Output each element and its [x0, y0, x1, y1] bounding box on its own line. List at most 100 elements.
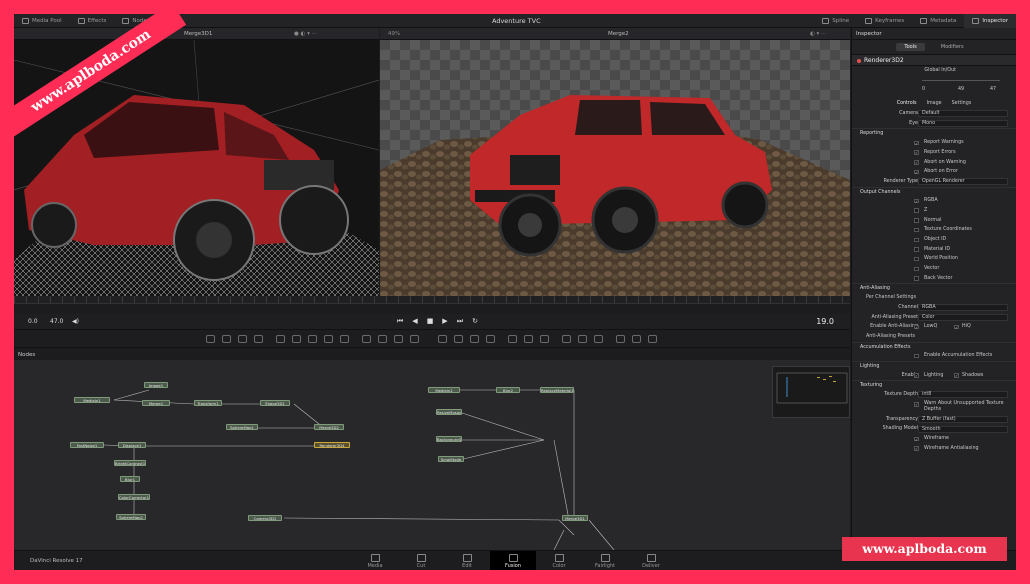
current-frame[interactable]: 47.0 — [50, 314, 63, 330]
aa-hiq-checkbox[interactable]: ✓ — [954, 324, 959, 330]
tracker-tool-icon[interactable] — [562, 335, 571, 343]
tab-tools[interactable]: Tools — [896, 43, 925, 51]
shape3d-tool-icon[interactable] — [438, 335, 447, 343]
channel-texcoord-checkbox[interactable] — [914, 227, 919, 233]
right-viewer[interactable] — [380, 40, 850, 296]
per-channel-settings[interactable]: Per Channel Settings — [852, 293, 1016, 303]
anti-aliasing-section[interactable]: Anti-Aliasing — [852, 283, 1016, 293]
eye-select[interactable]: Mono — [918, 120, 1008, 128]
node-brightcontrast1[interactable]: BrightContrast1 — [114, 460, 146, 466]
camera-select[interactable]: Default — [918, 110, 1008, 118]
ellipse-tool-icon[interactable] — [324, 335, 333, 343]
reporting-section[interactable]: Reporting — [852, 128, 1016, 138]
page-cut[interactable]: Cut — [398, 551, 444, 570]
polygon-tool-icon[interactable] — [276, 335, 285, 343]
merge-tool-icon[interactable] — [362, 335, 371, 343]
channel-backvector-checkbox[interactable] — [914, 276, 919, 281]
go-to-start-button[interactable]: ⏮ — [396, 317, 404, 325]
effects-button[interactable]: Effects — [70, 14, 115, 28]
keyframes-button[interactable]: Keyframes — [857, 14, 912, 28]
abort-error-checkbox[interactable]: ✓ — [914, 169, 919, 175]
lighting-section[interactable]: Lighting — [852, 360, 1016, 371]
page-edit[interactable]: Edit — [444, 551, 490, 570]
transform-tool-icon[interactable] — [378, 335, 387, 343]
play-reverse-button[interactable]: ◀ — [411, 317, 419, 325]
page-fairlight[interactable]: Fairlight — [582, 551, 628, 570]
node-spheremap2[interactable]: SphereMap2 — [116, 514, 146, 520]
right-viewer-options[interactable]: ◐ ▾ ⋯ — [810, 28, 827, 40]
bspline-tool-icon[interactable] — [292, 335, 301, 343]
wireframe-aa-checkbox[interactable]: ✓ — [914, 446, 919, 451]
texturing-section[interactable]: Texturing — [852, 380, 1016, 390]
zoom-level[interactable]: 49% — [388, 28, 400, 40]
camera3d-tool-icon[interactable] — [470, 335, 479, 343]
tool-name[interactable]: Renderer3D2 — [852, 54, 1016, 66]
page-media[interactable]: Media — [352, 551, 398, 570]
warn-depth-checkbox[interactable]: ✓ — [914, 402, 919, 407]
mask-tool-icon[interactable] — [594, 335, 603, 343]
channel-vector-checkbox[interactable] — [914, 266, 919, 272]
paint-tool-icon[interactable] — [222, 335, 231, 343]
channel-materialid-checkbox[interactable] — [914, 247, 919, 252]
node-blur2[interactable]: Blur2 — [496, 387, 520, 393]
loop-button[interactable]: ↻ — [471, 317, 479, 325]
node-smallnode[interactable]: SmallNode — [438, 456, 464, 462]
node-editor[interactable]: Image1 MediaIn1 Merge1 Transform1 Shape3… — [14, 360, 850, 550]
subtab-controls[interactable]: Controls — [897, 99, 917, 109]
node-transform1[interactable]: Transform1 — [194, 400, 222, 406]
aa-preset-select[interactable]: Color — [918, 313, 1008, 321]
global-range-slider[interactable] — [922, 79, 1000, 81]
channel-worldpos-checkbox[interactable] — [914, 256, 919, 262]
node-replacematerial1[interactable]: ReplaceMaterial1 — [540, 387, 574, 393]
crop-tool-icon[interactable] — [648, 335, 657, 343]
rectangle-tool-icon[interactable] — [308, 335, 317, 343]
left-viewer-options[interactable]: ● ◐ ▾ ⋯ — [294, 28, 317, 40]
start-frame[interactable]: 0.0 — [28, 314, 38, 330]
node-spheremap1[interactable]: SphereMap1 — [226, 424, 258, 430]
channel-z-checkbox[interactable] — [914, 208, 919, 213]
report-errors-checkbox[interactable]: ✓ — [914, 150, 919, 155]
node-minimap[interactable] — [772, 366, 850, 418]
node-colorcorrector1[interactable]: ColorCorrector1 — [118, 494, 150, 500]
wireframe-checkbox[interactable]: ✓ — [914, 436, 919, 442]
shading-select[interactable]: Smooth — [918, 425, 1008, 433]
resize-tool-icon[interactable] — [632, 335, 641, 343]
page-fusion[interactable]: Fusion — [490, 551, 536, 570]
global-in[interactable]: 0 — [922, 85, 925, 95]
node-image1[interactable]: Image1 — [144, 382, 168, 388]
texture-depth-select[interactable]: int8 — [918, 391, 1008, 399]
renderer3d-tool-icon[interactable] — [486, 335, 495, 343]
text3d-tool-icon[interactable] — [540, 335, 549, 343]
subtab-settings[interactable]: Settings — [952, 99, 972, 109]
accumulation-checkbox[interactable] — [914, 353, 919, 359]
node-blur1[interactable]: Blur1 — [120, 476, 140, 482]
lighting-checkbox[interactable]: ✓ — [914, 373, 919, 378]
global-current[interactable]: 49 — [958, 85, 964, 95]
node-merge1[interactable]: Merge1 — [142, 400, 170, 406]
play-button[interactable]: ▶ — [441, 317, 449, 325]
node-merge3d2[interactable]: Merge3D2 — [314, 424, 344, 430]
color-corrector-tool-icon[interactable] — [410, 335, 419, 343]
spline-button[interactable]: Spline — [814, 14, 857, 28]
media-pool-button[interactable]: Media Pool — [14, 14, 70, 28]
stop-button[interactable]: ■ — [426, 317, 434, 325]
node-fastnoise1[interactable]: FastNoise1 — [70, 442, 104, 448]
node-renderer3d4[interactable]: Renderer3D4 — [314, 442, 350, 448]
node-shape3d1[interactable]: Shape3D1 — [260, 400, 290, 406]
renderer-type-select[interactable]: OpenGL Renderer — [918, 178, 1008, 186]
node-displace1[interactable]: Displace1 — [118, 442, 146, 448]
time-ruler[interactable] — [14, 296, 850, 304]
page-color[interactable]: Color — [536, 551, 582, 570]
text-tool-icon[interactable] — [238, 335, 247, 343]
subtab-image[interactable]: Image — [927, 99, 942, 109]
accumulation-section[interactable]: Accumulation Effects — [852, 341, 1016, 352]
imageplane-tool-icon[interactable] — [524, 335, 533, 343]
light-tool-icon[interactable] — [508, 335, 517, 343]
report-warnings-checkbox[interactable]: ✓ — [914, 140, 919, 146]
metadata-button[interactable]: Metadata — [912, 14, 964, 28]
abort-warning-checkbox[interactable]: ✓ — [914, 160, 919, 165]
node-merge3d1[interactable]: Merge3D1 — [562, 515, 588, 521]
page-deliver[interactable]: Deliver — [628, 551, 674, 570]
tab-modifiers[interactable]: Modifiers — [933, 43, 972, 51]
particle-tool-icon[interactable] — [340, 335, 349, 343]
